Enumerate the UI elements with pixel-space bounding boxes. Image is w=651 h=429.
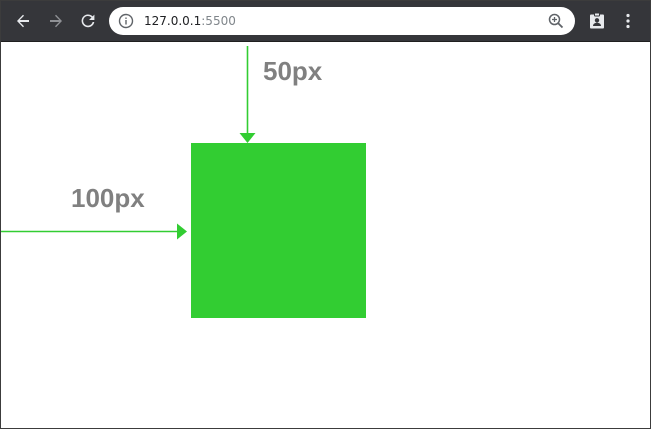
profile-button[interactable]	[584, 8, 610, 34]
contact-card-icon	[590, 12, 604, 29]
more-vert-icon	[626, 13, 630, 29]
url-host: 127.0.0.1	[144, 14, 202, 28]
url-text[interactable]: 127.0.0.1:5500	[144, 14, 236, 28]
browser-window: 127.0.0.1:5500 50px 100px	[0, 0, 651, 429]
top-offset-label: 50px	[263, 56, 323, 86]
top-offset-arrow	[239, 46, 256, 143]
zoom-in-icon[interactable]	[547, 12, 565, 30]
browser-toolbar: 127.0.0.1:5500	[1, 1, 650, 42]
left-offset-label: 100px	[71, 183, 145, 213]
forward-button[interactable]	[43, 8, 69, 34]
reload-button[interactable]	[75, 8, 101, 34]
arrow-left-icon	[17, 14, 29, 28]
left-offset-arrow	[1, 223, 187, 240]
back-button[interactable]	[10, 8, 36, 34]
info-icon[interactable]	[118, 13, 134, 29]
address-bar[interactable]: 127.0.0.1:5500	[109, 7, 575, 35]
page-content: 50px 100px	[1, 42, 650, 428]
reload-icon	[81, 14, 95, 28]
menu-button[interactable]	[615, 8, 641, 34]
green-square	[191, 143, 366, 318]
arrow-right-icon	[50, 14, 62, 28]
url-port: :5500	[201, 14, 236, 28]
